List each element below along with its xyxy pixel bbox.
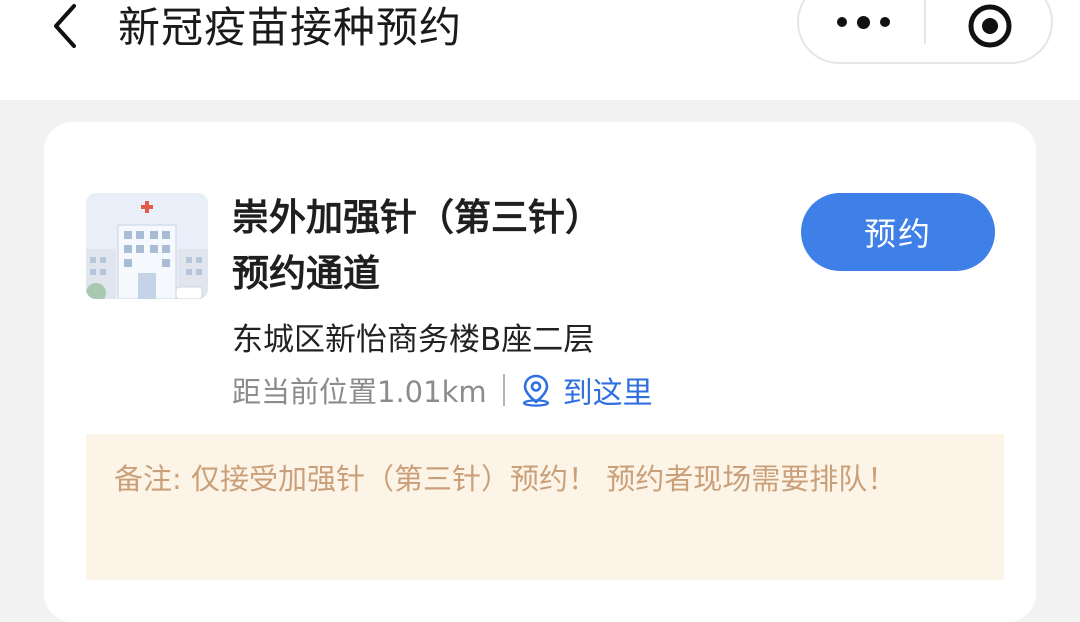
divider xyxy=(502,374,505,406)
site-name: 崇外加强针（第三针） 预约通道 xyxy=(232,196,602,295)
site-address: 东城区新怡商务楼B座二层 xyxy=(232,322,595,358)
top-bar: 新冠疫苗接种预约 xyxy=(0,0,1080,100)
more-dots-icon-right xyxy=(879,17,890,27)
back-button[interactable] xyxy=(40,0,90,52)
close-button[interactable] xyxy=(964,2,1016,50)
distance-text: 距当前位置1.01km xyxy=(232,375,487,409)
page-title: 新冠疫苗接种预约 xyxy=(118,3,463,52)
note-box: 备注: 仅接受加强针（第三针）预约！ 预约者现场需要排队！ xyxy=(86,434,1004,580)
chevron-left-icon xyxy=(54,4,76,48)
more-dots-icon-center xyxy=(856,15,870,29)
location-pin-icon xyxy=(522,374,549,407)
target-close-icon xyxy=(968,4,1012,48)
navigate-link[interactable]: 到这里 xyxy=(519,368,653,412)
navigate-label: 到这里 xyxy=(562,376,653,411)
capsule-divider xyxy=(924,0,926,44)
site-meta-row: 距当前位置1.01km 到这里 xyxy=(232,367,653,413)
note-text: 备注: 仅接受加强针（第三针）预约！ 预约者现场需要排队！ xyxy=(114,462,897,496)
more-dots-icon xyxy=(836,17,847,27)
site-thumbnail xyxy=(86,193,208,299)
more-button[interactable] xyxy=(818,0,908,44)
book-button[interactable]: 预约 xyxy=(801,193,995,271)
hospital-icon xyxy=(86,193,208,299)
